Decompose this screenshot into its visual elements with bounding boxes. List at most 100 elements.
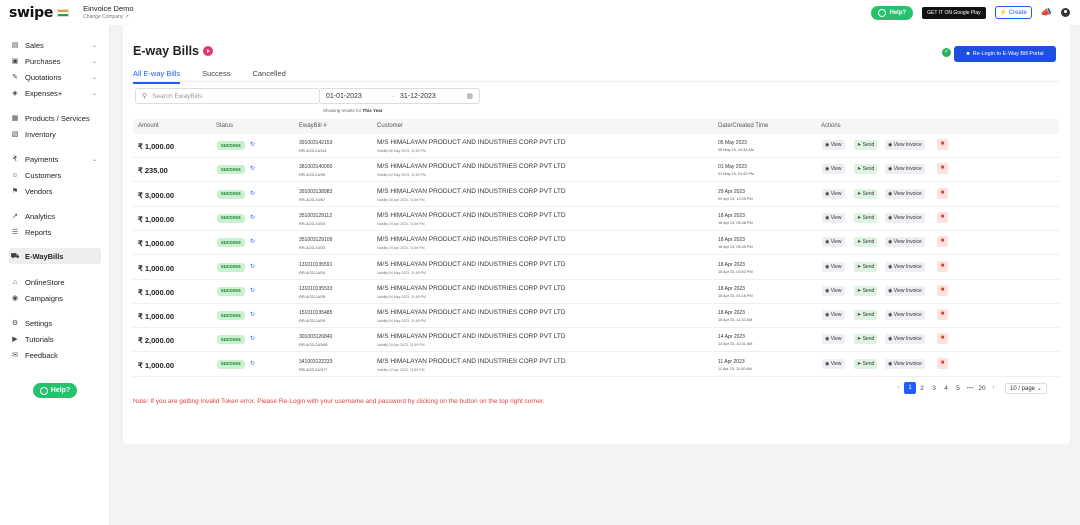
ewaybill-number[interactable]: 131010135591 bbox=[299, 262, 332, 268]
sidebar-item-vendors[interactable]: ⚑ Vendors bbox=[10, 184, 101, 198]
view-invoice-button[interactable]: ◉ View Invoice bbox=[885, 212, 925, 223]
sidebar-item-onlinestore[interactable]: ⌂ OnlineStore bbox=[10, 275, 101, 289]
ewaybill-number[interactable]: 351003129112 bbox=[299, 213, 332, 219]
delete-icon[interactable]: ■ bbox=[937, 260, 948, 272]
sidebar-item-analytics[interactable]: ↗ Analytics bbox=[10, 209, 101, 223]
ewaybill-number[interactable]: 351003129109 bbox=[299, 237, 332, 243]
delete-icon[interactable]: ■ bbox=[937, 309, 948, 321]
date-from[interactable]: 01-01-2023 bbox=[326, 93, 390, 100]
page-4[interactable]: 4 bbox=[940, 385, 952, 392]
send-button[interactable]: ➤ Send bbox=[854, 188, 878, 199]
sidebar-help-button[interactable]: Help? bbox=[33, 383, 77, 398]
calendar-icon[interactable]: ▦ bbox=[466, 92, 473, 100]
view-invoice-button[interactable]: ◉ View Invoice bbox=[885, 310, 925, 321]
send-button[interactable]: ➤ Send bbox=[854, 310, 878, 321]
create-button[interactable]: ⚡ Create bbox=[994, 6, 1032, 19]
ewaybill-number[interactable]: 301003126840 bbox=[299, 334, 332, 340]
view-invoice-button[interactable]: ◉ View Invoice bbox=[885, 285, 925, 296]
page-1[interactable]: 1 bbox=[904, 382, 916, 394]
pagination-ellipsis[interactable]: ••• bbox=[964, 385, 976, 392]
send-button[interactable]: ➤ Send bbox=[854, 261, 878, 272]
ewaybill-number[interactable]: 151010135485 bbox=[299, 310, 332, 316]
ewaybill-number[interactable]: 391003138983 bbox=[299, 189, 332, 195]
refresh-status-icon[interactable]: ↻ bbox=[250, 263, 255, 270]
view-button[interactable]: ◉ View bbox=[822, 212, 845, 223]
delete-icon[interactable]: ■ bbox=[937, 357, 948, 369]
view-button[interactable]: ◉ View bbox=[822, 164, 845, 175]
view-invoice-button[interactable]: ◉ View Invoice bbox=[885, 164, 925, 175]
date-range-picker[interactable]: 01-01-2023 → 31-12-2023 ▦ bbox=[319, 88, 480, 104]
view-button[interactable]: ◉ View bbox=[822, 334, 845, 345]
page-last[interactable]: 20 bbox=[976, 385, 988, 392]
send-button[interactable]: ➤ Send bbox=[854, 212, 878, 223]
ewaybill-number[interactable]: 381003140000 bbox=[299, 164, 332, 170]
refresh-status-icon[interactable]: ↻ bbox=[250, 141, 255, 148]
delete-icon[interactable]: ■ bbox=[937, 284, 948, 296]
next-page-icon[interactable]: › bbox=[988, 385, 999, 391]
sidebar-item-quotations[interactable]: ✎ Quotations ⌄ bbox=[10, 70, 101, 84]
send-button[interactable]: ➤ Send bbox=[854, 140, 878, 150]
delete-icon[interactable]: ■ bbox=[937, 139, 948, 150]
send-button[interactable]: ➤ Send bbox=[854, 237, 878, 248]
search-input[interactable] bbox=[152, 92, 303, 100]
delete-icon[interactable]: ■ bbox=[937, 333, 948, 345]
refresh-status-icon[interactable]: ↻ bbox=[250, 165, 255, 172]
company-switcher[interactable]: Einvoice Demo Change Company ↗ bbox=[83, 4, 133, 21]
google-play-badge[interactable]: GET IT ON Google Play bbox=[922, 6, 986, 19]
delete-icon[interactable]: ■ bbox=[937, 211, 948, 223]
delete-icon[interactable]: ■ bbox=[937, 163, 948, 175]
view-invoice-button[interactable]: ◉ View Invoice bbox=[885, 188, 925, 199]
view-button[interactable]: ◉ View bbox=[822, 140, 845, 150]
sidebar-item-payments[interactable]: ₹ Payments ⌄ bbox=[10, 152, 101, 166]
view-invoice-button[interactable]: ◉ View Invoice bbox=[885, 334, 925, 345]
page-3[interactable]: 3 bbox=[928, 385, 940, 392]
view-button[interactable]: ◉ View bbox=[822, 310, 845, 321]
delete-icon[interactable]: ■ bbox=[937, 187, 948, 199]
sidebar-item-settings[interactable]: ⚙ Settings bbox=[10, 316, 101, 330]
ewaybill-number[interactable]: 131010135533 bbox=[299, 286, 332, 292]
page-5[interactable]: 5 bbox=[952, 385, 964, 392]
sidebar-item-tutorials[interactable]: ▶ Tutorials bbox=[10, 332, 101, 346]
sidebar-item-campaigns[interactable]: ◉ Campaigns bbox=[10, 291, 101, 305]
view-button[interactable]: ◉ View bbox=[822, 285, 845, 296]
refresh-status-icon[interactable]: ↻ bbox=[250, 360, 255, 367]
sidebar-item-sales[interactable]: ▤ Sales ⌄ bbox=[10, 38, 101, 52]
help-button[interactable]: Help? bbox=[871, 5, 914, 20]
swipe-logo[interactable]: swipe bbox=[9, 5, 70, 21]
view-invoice-button[interactable]: ◉ View Invoice bbox=[885, 261, 925, 272]
change-company-link[interactable]: Change Company ↗ bbox=[83, 13, 133, 21]
view-button[interactable]: ◉ View bbox=[822, 261, 845, 272]
ewaybill-number[interactable]: 391003142153 bbox=[299, 140, 332, 146]
prev-page-icon[interactable]: ‹ bbox=[893, 385, 904, 391]
ewaybill-number[interactable]: 341003122233 bbox=[299, 359, 332, 365]
play-video-icon[interactable] bbox=[203, 46, 213, 56]
sidebar-item-expenses[interactable]: ◈ Expenses+ ⌄ bbox=[10, 86, 101, 100]
megaphone-icon[interactable]: 📣 bbox=[1041, 7, 1052, 18]
sidebar-item-products-services[interactable]: ▦ Products / Services bbox=[10, 111, 101, 125]
sidebar-item-feedback[interactable]: ✉ Feedback bbox=[10, 348, 101, 362]
send-button[interactable]: ➤ Send bbox=[854, 164, 878, 175]
search-field[interactable]: ⚲ bbox=[135, 88, 320, 104]
relogin-eway-portal-button[interactable]: ■ Re-Login to E-Way Bill Portal bbox=[954, 46, 1056, 62]
page-size-select[interactable]: 10 / page ⌄ bbox=[1005, 382, 1047, 394]
send-button[interactable]: ➤ Send bbox=[854, 358, 878, 369]
sidebar-item-e-waybills[interactable]: ⛟ E-WayBills bbox=[9, 248, 101, 264]
view-invoice-button[interactable]: ◉ View Invoice bbox=[885, 237, 925, 248]
refresh-status-icon[interactable]: ↻ bbox=[250, 287, 255, 294]
sidebar-item-customers[interactable]: ☺ Customers bbox=[10, 168, 101, 182]
view-button[interactable]: ◉ View bbox=[822, 237, 845, 248]
sidebar-item-reports[interactable]: ☰ Reports bbox=[10, 225, 101, 239]
refresh-status-icon[interactable]: ↻ bbox=[250, 214, 255, 221]
date-to[interactable]: 31-12-2023 bbox=[400, 93, 436, 100]
send-button[interactable]: ➤ Send bbox=[854, 334, 878, 345]
view-button[interactable]: ◉ View bbox=[822, 358, 845, 369]
view-invoice-button[interactable]: ◉ View Invoice bbox=[885, 358, 925, 369]
refresh-status-icon[interactable]: ↻ bbox=[250, 335, 255, 342]
user-avatar-icon[interactable] bbox=[1061, 8, 1070, 17]
refresh-status-icon[interactable]: ↻ bbox=[250, 238, 255, 245]
delete-icon[interactable]: ■ bbox=[937, 236, 948, 248]
page-2[interactable]: 2 bbox=[916, 385, 928, 392]
refresh-status-icon[interactable]: ↻ bbox=[250, 190, 255, 197]
view-invoice-button[interactable]: ◉ View Invoice bbox=[885, 140, 925, 150]
view-button[interactable]: ◉ View bbox=[822, 188, 845, 199]
